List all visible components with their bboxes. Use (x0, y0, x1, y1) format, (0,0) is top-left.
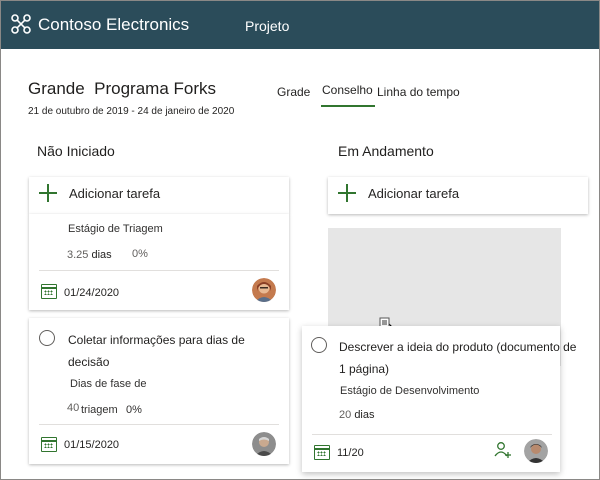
bucket-title-not-started[interactable]: Não Iniciado (37, 143, 115, 159)
duration-value: 3.25 (67, 249, 89, 261)
task-card[interactable]: Estágio de Triagem 3.25 dias 0% 01/24/20… (29, 214, 289, 310)
app-header: Contoso Electronics Projeto (1, 1, 599, 49)
add-task-label: Adicionar tarefa (368, 186, 460, 201)
planner-window: Contoso Electronics Projeto Grande Progr… (0, 0, 600, 480)
contoso-logo-icon (11, 14, 31, 34)
complete-task-checkbox[interactable] (39, 330, 55, 346)
complete-task-checkbox[interactable] (311, 337, 327, 353)
plan-title: Grande Programa Forks (28, 79, 217, 98)
task-stage: Dias de fase de (70, 378, 147, 390)
duration-value: 20 (339, 409, 352, 421)
task-stage-line2: triagem (81, 404, 118, 416)
duration-value: 40 (67, 402, 80, 414)
assignee-avatar[interactable] (252, 432, 276, 456)
task-duration: 3.25 dias (67, 249, 112, 261)
task-title: Coletar informações para dias de decisão (68, 329, 245, 373)
task-due-date: 01/24/2020 (64, 287, 120, 299)
add-task-button[interactable]: Adicionar tarefa (328, 177, 588, 214)
project-link[interactable]: Projeto (245, 18, 289, 34)
active-tab-indicator (321, 105, 375, 107)
task-title-line2: decisão (68, 355, 110, 369)
task-card[interactable]: Coletar informações para dias de decisão… (29, 318, 289, 464)
task-progress: 0% (126, 404, 142, 416)
app-name[interactable]: Contoso Electronics (38, 15, 189, 35)
plus-icon (338, 184, 356, 202)
task-duration: 20 dias (339, 409, 375, 421)
card-divider (39, 270, 279, 271)
task-due-date: 11/20 (337, 447, 364, 459)
assign-person-icon[interactable] (494, 441, 512, 459)
task-title: Descrever a ideia do produto (documento … (339, 336, 577, 380)
tab-timeline[interactable]: Linha do tempo (377, 85, 460, 99)
assignee-avatar[interactable] (524, 439, 548, 463)
task-title-line2: 1 página) (339, 362, 390, 376)
task-title-line1: Coletar informações para dias de (68, 333, 245, 347)
bucket-title-in-progress[interactable]: Em Andamento (338, 143, 434, 159)
add-task-button[interactable]: Adicionar tarefa (29, 177, 289, 214)
task-stage: Estágio de Triagem (68, 223, 163, 235)
task-stage: Estágio de Desenvolvimento (340, 385, 480, 397)
calendar-icon (314, 445, 330, 460)
add-task-label: Adicionar tarefa (69, 186, 161, 201)
task-title-line1: Descrever a ideia do produto (documento … (339, 340, 577, 354)
duration-unit: dias (91, 249, 112, 261)
card-divider (312, 434, 552, 435)
calendar-icon (41, 284, 57, 299)
duration-unit: dias (354, 409, 375, 421)
card-divider (39, 424, 279, 425)
tab-grid[interactable]: Grade (277, 85, 310, 99)
dragged-task-card[interactable]: Descrever a ideia do produto (documento … (302, 326, 577, 472)
task-progress: 0% (132, 248, 148, 260)
assignee-avatar[interactable] (252, 278, 276, 302)
calendar-icon (41, 437, 57, 452)
plan-dates: 21 de outubro de 2019 - 24 de janeiro de… (28, 106, 235, 117)
plus-icon (39, 184, 57, 202)
tab-board[interactable]: Conselho (322, 83, 373, 97)
task-due-date: 01/15/2020 (64, 439, 120, 451)
